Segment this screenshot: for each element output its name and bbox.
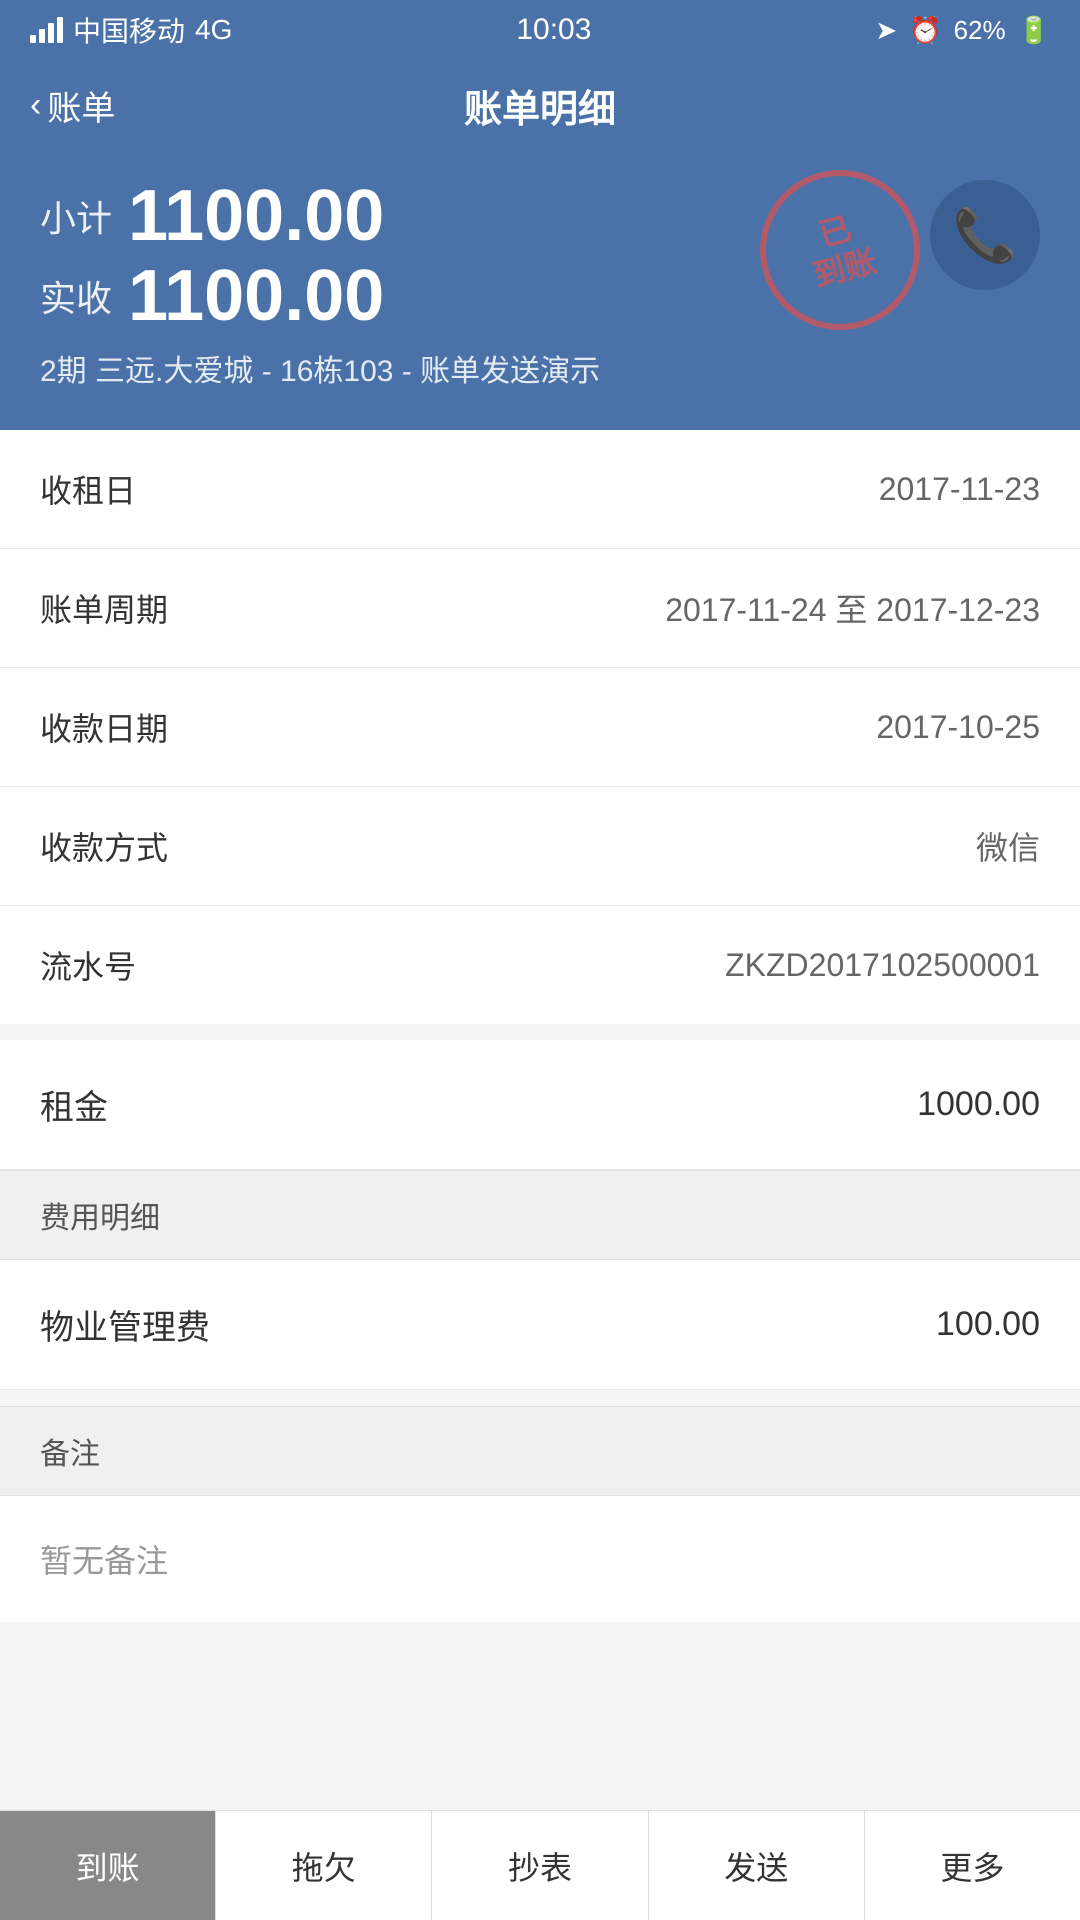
info-section: 收租日 2017-11-23 账单周期 2017-11-24 至 2017-12… — [0, 430, 1080, 1024]
info-value-4: ZKZD2017102500001 — [725, 947, 1040, 984]
info-label-2: 收款日期 — [40, 704, 168, 750]
rent-label: 租金 — [40, 1080, 108, 1129]
network-label: 4G — [195, 14, 232, 46]
remarks-content: 暂无备注 — [0, 1496, 1080, 1622]
tab-tuoqian[interactable]: 拖欠 — [216, 1811, 431, 1920]
fee-item-label-0: 物业管理费 — [40, 1300, 210, 1349]
actual-label: 实收 — [40, 270, 112, 322]
info-label-3: 收款方式 — [40, 823, 168, 869]
info-row-4: 流水号 ZKZD2017102500001 — [0, 906, 1080, 1024]
rent-row: 租金 1000.00 — [0, 1040, 1080, 1170]
info-value-2: 2017-10-25 — [876, 709, 1040, 746]
tab-tuoqian-label: 拖欠 — [292, 1843, 356, 1889]
tab-gengduo-label: 更多 — [940, 1843, 1004, 1889]
status-right: ➤ ⏰ 62% 🔋 — [875, 15, 1050, 46]
status-left: 中国移动 4G — [30, 10, 232, 50]
actual-value: 1100.00 — [128, 260, 384, 332]
info-row-2: 收款日期 2017-10-25 — [0, 668, 1080, 787]
info-label-4: 流水号 — [40, 942, 136, 988]
info-row-0: 收租日 2017-11-23 — [0, 430, 1080, 549]
fee-item-value-0: 100.00 — [936, 1305, 1040, 1344]
fee-section-header: 费用明细 — [0, 1170, 1080, 1260]
back-label: 账单 — [47, 81, 115, 130]
remarks-empty-text: 暂无备注 — [40, 1543, 168, 1579]
info-label-1: 账单周期 — [40, 585, 168, 631]
fee-header-text: 费用明细 — [40, 1202, 160, 1235]
subtotal-label: 小计 — [40, 190, 112, 242]
info-value-3: 微信 — [976, 823, 1040, 869]
header-section: 小计 1100.00 实收 1100.00 已 到账 📞 2期 三远.大爱城 -… — [0, 150, 1080, 430]
battery-icon: 🔋 — [1018, 15, 1050, 46]
info-row-3: 收款方式 微信 — [0, 787, 1080, 906]
remarks-header-text: 备注 — [40, 1438, 100, 1471]
info-label-0: 收租日 — [40, 466, 136, 512]
header-subtitle: 2期 三远.大爱城 - 16栋103 - 账单发送演示 — [40, 346, 1040, 390]
tab-gengduo[interactable]: 更多 — [865, 1811, 1080, 1920]
time-label: 10:03 — [516, 13, 591, 47]
payment-stamp: 已 到账 — [760, 170, 920, 330]
nav-bar: ‹ 账单 账单明细 — [0, 60, 1080, 150]
tab-chaobiao[interactable]: 抄表 — [432, 1811, 647, 1920]
tab-chaobiao-label: 抄表 — [508, 1843, 572, 1889]
phone-button[interactable]: 📞 — [930, 180, 1040, 290]
tab-daodang[interactable]: 到账 — [0, 1811, 215, 1920]
subtotal-value: 1100.00 — [128, 180, 384, 252]
tab-fasong-label: 发送 — [724, 1843, 788, 1889]
back-button[interactable]: ‹ 账单 — [30, 81, 115, 130]
bottom-tab-bar: 到账 拖欠 抄表 发送 更多 — [0, 1810, 1080, 1920]
info-value-0: 2017-11-23 — [879, 471, 1040, 508]
signal-icon — [30, 17, 63, 43]
carrier-label: 中国移动 — [73, 10, 185, 50]
page-title: 账单明细 — [464, 78, 616, 133]
phone-icon: 📞 — [953, 205, 1018, 266]
location-icon: ➤ — [875, 15, 897, 46]
back-chevron-icon: ‹ — [30, 86, 41, 125]
tab-fasong[interactable]: 发送 — [649, 1811, 864, 1920]
rent-value: 1000.00 — [917, 1085, 1040, 1124]
info-value-1: 2017-11-24 至 2017-12-23 — [665, 585, 1040, 631]
fee-item-0: 物业管理费 100.00 — [0, 1260, 1080, 1390]
tab-daodang-label: 到账 — [76, 1843, 140, 1889]
remarks-section-header: 备注 — [0, 1406, 1080, 1496]
battery-label: 62% — [954, 15, 1006, 46]
alarm-icon: ⏰ — [909, 15, 941, 46]
status-bar: 中国移动 4G 10:03 ➤ ⏰ 62% 🔋 — [0, 0, 1080, 60]
info-row-1: 账单周期 2017-11-24 至 2017-12-23 — [0, 549, 1080, 668]
